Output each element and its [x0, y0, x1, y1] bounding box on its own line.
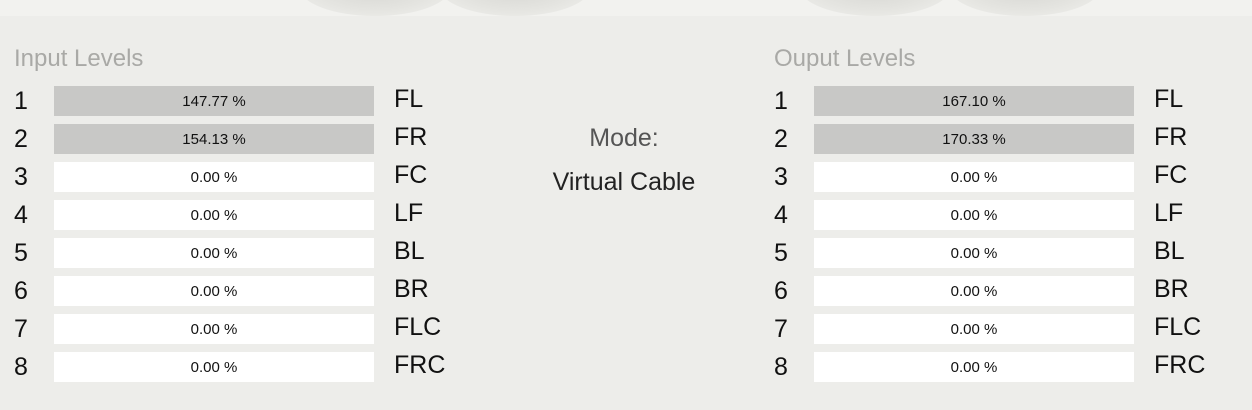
background-graphic — [440, 0, 590, 16]
input-level-row: 5 0.00 % BL — [14, 237, 425, 276]
level-percent: 0.00 % — [190, 283, 238, 300]
level-percent: 147.77 % — [182, 93, 246, 110]
level-percent: 0.00 % — [950, 359, 998, 376]
level-percent: 154.13 % — [182, 131, 246, 148]
channel-number: 2 — [14, 125, 28, 153]
output-level-row: 3 0.00 % FC — [774, 161, 1187, 200]
mode-value: Virtual Cable — [552, 168, 696, 196]
level-percent: 0.00 % — [190, 359, 238, 376]
channel-name: FC — [1154, 161, 1188, 189]
background-graphic — [950, 0, 1100, 16]
channel-name: FRC — [1154, 351, 1206, 379]
mode-label: Mode: — [589, 124, 659, 152]
channel-number: 6 — [14, 277, 28, 305]
input-levels-panel: Input Levels 1 147.77 % FL 2 154.13 % FR… — [14, 44, 445, 390]
input-level-row: 4 0.00 % LF — [14, 199, 423, 238]
background-graphic — [300, 0, 450, 16]
level-meter: 0.00 % — [814, 162, 1134, 192]
level-percent: 0.00 % — [190, 321, 238, 338]
channel-number: 8 — [14, 353, 28, 381]
level-percent: 0.00 % — [190, 245, 238, 262]
channel-name: FR — [394, 123, 428, 151]
input-level-row: 3 0.00 % FC — [14, 161, 427, 200]
level-percent: 0.00 % — [190, 207, 238, 224]
channel-number: 7 — [14, 315, 28, 343]
channel-name: FRC — [394, 351, 446, 379]
channel-name: BR — [394, 275, 429, 303]
output-levels-panel: Ouput Levels 1 167.10 % FL 2 170.33 % FR… — [774, 44, 1205, 390]
level-meter: 167.10 % — [814, 86, 1134, 116]
channel-number: 3 — [774, 163, 788, 191]
input-level-row: 7 0.00 % FLC — [14, 313, 441, 352]
channel-name: FC — [394, 161, 428, 189]
level-meter: 0.00 % — [54, 238, 374, 268]
output-level-row: 7 0.00 % FLC — [774, 313, 1201, 352]
channel-name: FR — [1154, 123, 1188, 151]
output-level-row: 2 170.33 % FR — [774, 123, 1187, 162]
level-meter: 0.00 % — [814, 352, 1134, 382]
input-level-list: 1 147.77 % FL 2 154.13 % FR 3 0.00 % FC … — [14, 85, 445, 390]
channel-name: BL — [1154, 237, 1185, 265]
output-levels-title: Ouput Levels — [774, 45, 916, 72]
level-meter: 0.00 % — [814, 200, 1134, 230]
background-graphic — [800, 0, 950, 16]
channel-number: 8 — [774, 353, 788, 381]
channel-number: 3 — [14, 163, 28, 191]
level-meter: 0.00 % — [54, 352, 374, 382]
channel-name: BL — [394, 237, 425, 265]
channel-number: 4 — [774, 201, 788, 229]
channel-name: BR — [1154, 275, 1189, 303]
output-level-list: 1 167.10 % FL 2 170.33 % FR 3 0.00 % FC … — [774, 85, 1205, 390]
channel-number: 7 — [774, 315, 788, 343]
level-meter: 0.00 % — [54, 314, 374, 344]
level-percent: 167.10 % — [942, 93, 1006, 110]
level-meter: 0.00 % — [54, 162, 374, 192]
channel-number: 1 — [774, 87, 788, 115]
level-meter: 0.00 % — [54, 276, 374, 306]
level-percent: 0.00 % — [950, 321, 998, 338]
level-percent: 0.00 % — [950, 245, 998, 262]
channel-name: FL — [1154, 85, 1184, 113]
channel-number: 5 — [774, 239, 788, 267]
channel-name: LF — [1154, 199, 1184, 227]
input-level-row: 6 0.00 % BR — [14, 275, 429, 314]
level-meter: 147.77 % — [54, 86, 374, 116]
level-meter: 154.13 % — [54, 124, 374, 154]
channel-number: 1 — [14, 87, 28, 115]
window-header-strip — [0, 0, 1252, 16]
output-level-row: 4 0.00 % LF — [774, 199, 1183, 238]
output-level-row: 5 0.00 % BL — [774, 237, 1185, 276]
channel-name: FLC — [394, 313, 442, 341]
input-level-row: 2 154.13 % FR — [14, 123, 427, 162]
level-percent: 0.00 % — [190, 169, 238, 186]
channel-number: 6 — [774, 277, 788, 305]
output-level-row: 1 167.10 % FL — [774, 85, 1183, 124]
level-meter: 0.00 % — [814, 314, 1134, 344]
channel-name: LF — [394, 199, 424, 227]
level-meter: 0.00 % — [814, 276, 1134, 306]
channel-number: 2 — [774, 125, 788, 153]
output-level-row: 6 0.00 % BR — [774, 275, 1189, 314]
channel-name: FL — [394, 85, 424, 113]
level-meter: 0.00 % — [814, 238, 1134, 268]
level-meter: 0.00 % — [54, 200, 374, 230]
level-percent: 0.00 % — [950, 169, 998, 186]
input-levels-title: Input Levels — [14, 45, 144, 72]
output-level-row: 8 0.00 % FRC — [774, 351, 1205, 390]
level-percent: 0.00 % — [950, 207, 998, 224]
level-meter: 170.33 % — [814, 124, 1134, 154]
level-percent: 170.33 % — [942, 131, 1006, 148]
channel-number: 5 — [14, 239, 28, 267]
input-level-row: 8 0.00 % FRC — [14, 351, 445, 390]
level-percent: 0.00 % — [950, 283, 998, 300]
input-level-row: 1 147.77 % FL — [14, 85, 423, 124]
channel-name: FLC — [1154, 313, 1202, 341]
channel-number: 4 — [14, 201, 28, 229]
